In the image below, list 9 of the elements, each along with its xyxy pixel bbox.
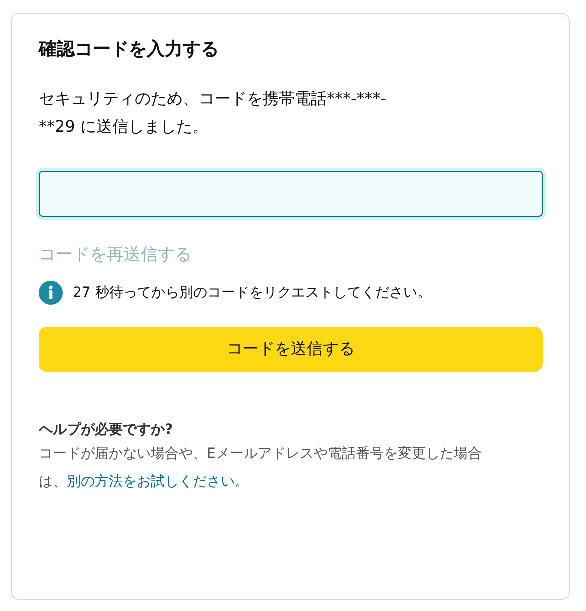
dialog-title: 確認コードを入力する [39,38,220,62]
code-input-field[interactable] [39,171,543,217]
notice-text: 27 秒待ってから別のコードをリクエストしてください。 [73,284,432,303]
description-text: セキュリティのため、コードを携帯電話***-***-**29 に送信しました。 [39,88,388,138]
help-text: コードが届かない場合や、Eメールアドレスや電話番号を変更した場合は、別の方法をお試しください。 [39,445,483,492]
submit-code-button[interactable]: コードを送信する [39,327,543,372]
alternative-method-link[interactable]: 別の方法をお試しください [67,474,235,490]
info-icon [39,281,63,305]
help-heading: ヘルプが必要ですか? [39,421,174,440]
